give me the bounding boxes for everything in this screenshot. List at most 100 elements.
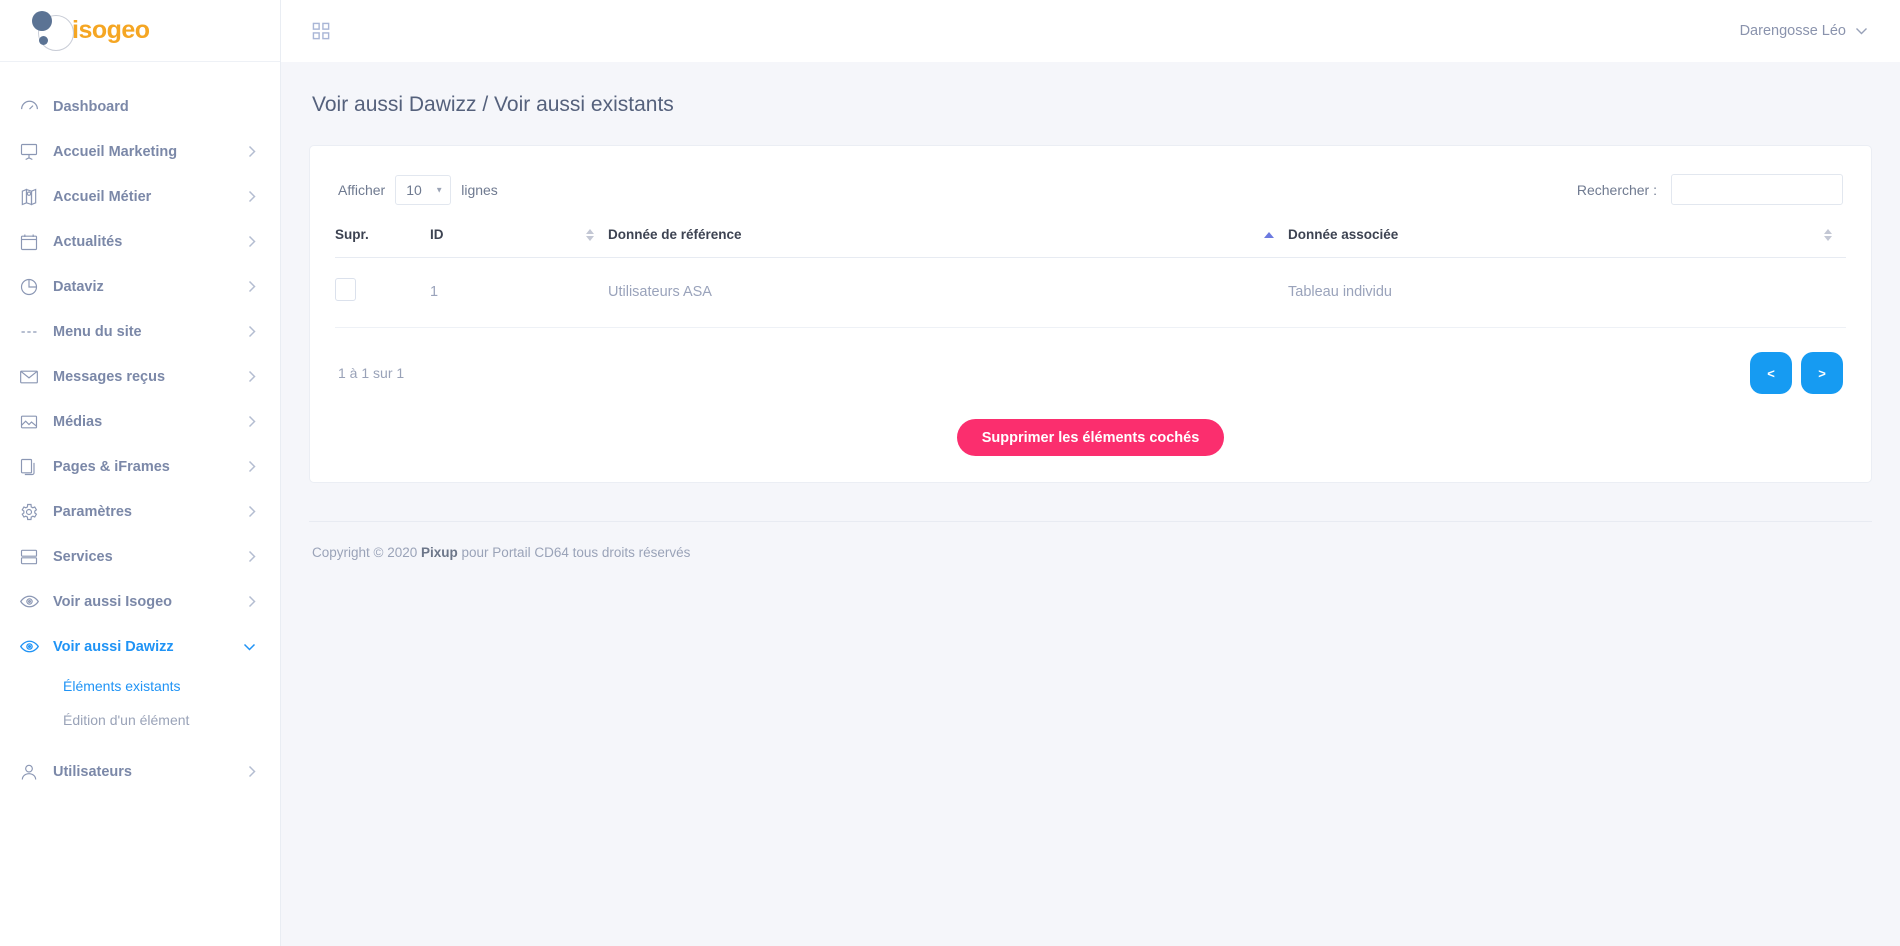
app-root: isogeo Dashboard Accueil Marketing Accue… xyxy=(0,0,1900,946)
server-icon xyxy=(19,547,53,567)
main-area: Darengosse Léo Voir aussi Dawizz / Voir … xyxy=(281,0,1900,946)
sidebar-item-label: Voir aussi Isogeo xyxy=(53,593,172,610)
cell-reference: Utilisateurs ASA xyxy=(608,257,1288,328)
sidebar-item-label: Actualités xyxy=(53,233,123,250)
isogeo-mark-icon xyxy=(30,9,76,53)
search-input[interactable] xyxy=(1671,174,1843,205)
delete-checked-items-button[interactable]: Supprimer les éléments cochés xyxy=(956,419,1225,456)
sidebar-item-label: Accueil Métier xyxy=(53,188,152,205)
page-length-value: 10 xyxy=(406,181,422,198)
sidebar-item-pages-iframes[interactable]: Pages & iFrames xyxy=(0,444,280,489)
sidebar-item-voir-aussi-dawizz[interactable]: Voir aussi Dawizz xyxy=(0,624,280,669)
sidebar-item-label: Utilisateurs xyxy=(53,763,132,780)
sidebar-item-label: Voir aussi Dawizz xyxy=(53,638,174,655)
pages-copy-icon xyxy=(19,457,53,477)
pagination-controls: < > xyxy=(1750,352,1843,394)
column-header-supr: Supr. xyxy=(335,227,430,258)
sidebar-item-label: Dashboard xyxy=(53,98,129,115)
sidebar-subitem-elements-existants[interactable]: Éléments existants xyxy=(0,669,280,703)
isogeo-logo-icon: isogeo xyxy=(30,9,150,53)
sidebar-subitem-label: Édition d'un élément xyxy=(63,712,190,728)
brand-header[interactable]: isogeo xyxy=(0,0,280,62)
table-footer: 1 à 1 sur 1 < > xyxy=(335,352,1846,394)
copyright-brand: Pixup xyxy=(421,545,458,560)
user-icon xyxy=(19,762,53,782)
column-header-donnee-de-reference[interactable]: Donnée de référence xyxy=(608,227,1288,258)
sidebar-subitem-edition-d-un-element[interactable]: Édition d'un élément xyxy=(0,703,280,737)
data-table: Supr. ID Donnée de référence Donnée asso… xyxy=(335,227,1846,328)
chevron-right-icon xyxy=(248,145,256,158)
sidebar-item-label: Paramètres xyxy=(53,503,132,520)
table-controls: Afficher 10 ▼ lignes Rechercher : xyxy=(335,168,1846,205)
sidebar: isogeo Dashboard Accueil Marketing Accue… xyxy=(0,0,281,946)
chevron-right-icon xyxy=(248,550,256,563)
page-title: Voir aussi Dawizz / Voir aussi existants xyxy=(312,93,674,116)
chevron-right-icon xyxy=(248,325,256,338)
sidebar-subitem-label: Éléments existants xyxy=(63,678,181,694)
copyright-text: Copyright © 2020 Pixup pour Portail CD64… xyxy=(312,545,1869,560)
pagination-info: 1 à 1 sur 1 xyxy=(338,365,405,381)
chevron-right-icon xyxy=(248,190,256,203)
sidebar-item-dashboard[interactable]: Dashboard xyxy=(0,84,280,129)
column-label: Donnée de référence xyxy=(608,227,742,242)
sidebar-item-label: Menu du site xyxy=(53,323,142,340)
search-label: Rechercher : xyxy=(1576,181,1657,198)
sidebar-item-voir-aussi-isogeo[interactable]: Voir aussi Isogeo xyxy=(0,579,280,624)
sort-both-icon xyxy=(1824,228,1832,241)
sidebar-item-dataviz[interactable]: Dataviz xyxy=(0,264,280,309)
image-icon xyxy=(19,412,53,432)
sidebar-nav: Dashboard Accueil Marketing Accueil Méti… xyxy=(0,62,280,794)
topbar: Darengosse Léo xyxy=(281,0,1900,62)
sidebar-item-label: Messages reçus xyxy=(53,368,166,385)
row-select-checkbox[interactable] xyxy=(335,278,356,301)
sidebar-item-medias[interactable]: Médias xyxy=(0,399,280,444)
eye-icon xyxy=(19,636,53,657)
sidebar-item-services[interactable]: Services xyxy=(0,534,280,579)
column-label: Donnée associée xyxy=(1288,227,1399,242)
chevron-right-icon xyxy=(248,415,256,428)
menu-dashes-icon xyxy=(19,322,53,342)
sort-both-icon xyxy=(586,228,594,241)
chevron-right-icon xyxy=(248,235,256,248)
cell-associated: Tableau individu xyxy=(1288,257,1846,328)
afficher-label: Afficher xyxy=(338,181,386,198)
page-length-select[interactable]: 10 ▼ xyxy=(395,174,452,205)
column-header-id[interactable]: ID xyxy=(430,227,608,258)
column-label: ID xyxy=(430,227,444,242)
sidebar-item-parametres[interactable]: Paramètres xyxy=(0,489,280,534)
sidebar-item-utilisateurs[interactable]: Utilisateurs xyxy=(0,749,280,794)
search-control: Rechercher : xyxy=(1577,174,1843,205)
user-name-label: Darengosse Léo xyxy=(1739,23,1846,39)
table-row: 1 Utilisateurs ASA Tableau individu xyxy=(335,257,1846,328)
envelope-icon xyxy=(19,367,53,387)
sidebar-item-actualites[interactable]: Actualités xyxy=(0,219,280,264)
table-body: 1 Utilisateurs ASA Tableau individu xyxy=(335,257,1846,328)
dashboard-gauge-icon xyxy=(19,96,53,117)
grid-apps-icon[interactable] xyxy=(306,16,336,46)
presentation-board-icon xyxy=(19,142,53,162)
pie-chart-icon xyxy=(19,277,53,297)
column-label: Supr. xyxy=(335,227,369,242)
delete-action-row: Supprimer les éléments cochés xyxy=(335,419,1846,456)
gear-icon xyxy=(19,502,53,522)
chevron-right-icon xyxy=(248,370,256,383)
chevron-right-icon xyxy=(248,505,256,518)
page-length-control: Afficher 10 ▼ lignes xyxy=(338,174,498,205)
pagination-next-button[interactable]: > xyxy=(1801,352,1843,394)
sidebar-item-label: Médias xyxy=(53,413,103,430)
chevron-down-icon xyxy=(243,643,256,651)
chevron-down-icon xyxy=(1855,27,1868,35)
lignes-label: lignes xyxy=(461,181,498,198)
cell-id: 1 xyxy=(430,257,608,328)
copyright-prefix: Copyright © 2020 xyxy=(312,545,422,560)
table-header-row: Supr. ID Donnée de référence Donnée asso… xyxy=(335,227,1846,258)
pagination-previous-button[interactable]: < xyxy=(1750,352,1792,394)
sidebar-item-accueil-marketing[interactable]: Accueil Marketing xyxy=(0,129,280,174)
sidebar-item-menu-du-site[interactable]: Menu du site xyxy=(0,309,280,354)
chevron-right-icon xyxy=(248,765,256,778)
sidebar-item-messages-recus[interactable]: Messages reçus xyxy=(0,354,280,399)
cell-checkbox xyxy=(335,257,430,328)
user-menu[interactable]: Darengosse Léo xyxy=(1740,23,1872,39)
sidebar-item-accueil-metier[interactable]: Accueil Métier xyxy=(0,174,280,219)
column-header-donnee-associee[interactable]: Donnée associée xyxy=(1288,227,1846,258)
